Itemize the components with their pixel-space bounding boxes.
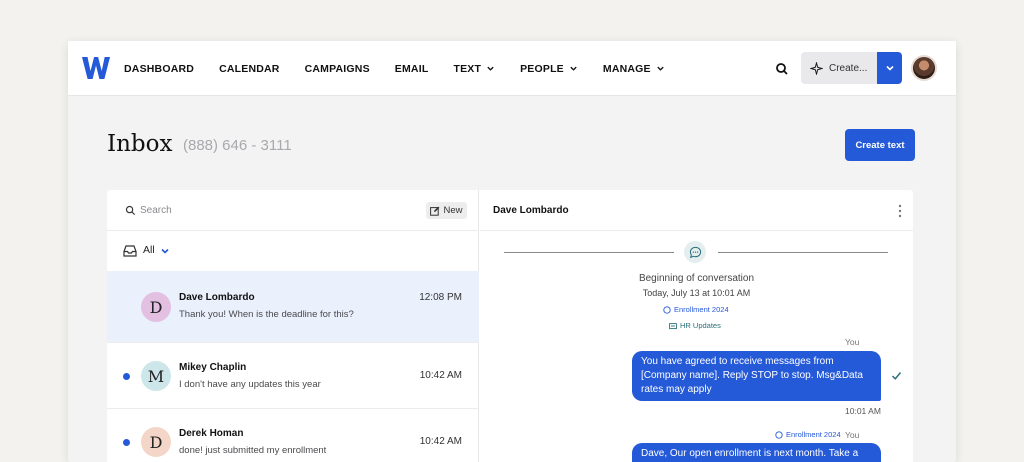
nav-dashboard-label: DASHBOARD (124, 62, 195, 75)
nav-email-label: EMAIL (394, 62, 429, 75)
create-split-button: Create... (801, 52, 902, 84)
nav-campaigns[interactable]: CAMPAIGNS (305, 63, 370, 75)
divider-right (718, 252, 888, 253)
conversation-item[interactable]: D Dave Lombardo Thank you! When is the d… (107, 271, 479, 343)
conversation-start-date: Today, July 13 at 10:01 AM (642, 288, 751, 298)
filter-all-label[interactable]: All (143, 244, 155, 256)
contact-avatar: D (141, 427, 171, 457)
nav-manage-label: MANAGE (602, 62, 651, 75)
conversation-time: 10:42 AM (419, 436, 462, 447)
conversation-name: Dave Lombardo (179, 292, 255, 303)
create-button[interactable]: Create... (801, 52, 877, 84)
message-sender: You (845, 430, 860, 440)
thread-contact-name: Dave Lombardo (493, 205, 569, 216)
main-nav: DASHBOARD CALENDAR CAMPAIGNS EMAIL TEXT … (124, 41, 690, 96)
page-title: Inbox (107, 131, 173, 157)
conversation-time: 12:08 PM (419, 292, 462, 303)
chevron-down-icon (885, 65, 894, 71)
tag-label: Enrollment 2024 (786, 430, 841, 439)
search-icon[interactable] (774, 61, 790, 77)
conversation-preview: Thank you! When is the deadline for this… (179, 309, 354, 320)
group-tag-icon (669, 322, 677, 329)
top-nav: DASHBOARD CALENDAR CAMPAIGNS EMAIL TEXT … (68, 41, 956, 96)
inbox-filter: All (107, 231, 479, 271)
chevron-down-icon (657, 66, 664, 71)
check-delivered-icon (891, 372, 902, 380)
nav-manage[interactable]: MANAGE (603, 63, 665, 75)
create-button-label: Create... (829, 62, 868, 74)
thread-header: Dave Lombardo (480, 190, 913, 231)
chat-tag-icon (663, 305, 671, 314)
message-bubble[interactable]: Dave, Our open enrollment is next month.… (632, 443, 881, 462)
inbox-tray-icon (123, 245, 137, 257)
nav-people-label: PEOPLE (520, 62, 564, 75)
unread-dot (123, 439, 130, 446)
unread-dot (123, 373, 130, 380)
chevron-down-icon (570, 66, 577, 71)
tag-enrollment-2024[interactable]: Enrollment 2024 (663, 305, 729, 314)
conversation-list-pane: New All D Dave Lombardo Thank you! When … (107, 190, 479, 462)
inbox-panel: New All D Dave Lombardo Thank you! When … (107, 190, 913, 462)
beginning-of-conversation: Beginning of conversation (638, 273, 755, 284)
nav-calendar[interactable]: CALENDAR (219, 63, 280, 75)
app-window: DASHBOARD CALENDAR CAMPAIGNS EMAIL TEXT … (68, 41, 956, 462)
conversation-preview: done! just submitted my enrollment (179, 445, 327, 456)
new-message-button[interactable]: New (426, 202, 467, 219)
create-text-button[interactable]: Create text (845, 129, 915, 161)
message-bubble[interactable]: You have agreed to receive messages from… (632, 351, 881, 401)
message-time: 10:01 AM (845, 406, 881, 416)
conversation-preview: I don't have any updates this year (179, 379, 321, 390)
nav-campaigns-label: CAMPAIGNS (304, 62, 370, 75)
message-sender: You (845, 337, 860, 347)
nav-calendar-label: CALENDAR (219, 62, 280, 75)
conversation-name: Mikey Chaplin (179, 362, 247, 373)
chevron-down-icon[interactable] (160, 246, 170, 256)
conversation-time: 10:42 AM (419, 370, 462, 381)
compose-icon (430, 206, 440, 216)
chat-bubble-icon (689, 246, 701, 258)
conversation-name: Derek Homan (179, 428, 244, 439)
nav-text-label: TEXT (453, 62, 482, 75)
conversation-item[interactable]: M Mikey Chaplin I don't have any updates… (107, 343, 479, 409)
chat-tag-icon (775, 430, 783, 439)
create-dropdown-button[interactable] (877, 52, 902, 84)
nav-text[interactable]: TEXT (453, 63, 495, 75)
conversation-item[interactable]: D Derek Homan done! just submitted my en… (107, 409, 479, 462)
conversation-thread-pane: Dave Lombardo Beginning of conversation … (480, 190, 913, 462)
tag-label: Enrollment 2024 (674, 305, 729, 314)
search-input[interactable] (140, 202, 340, 219)
nav-dashboard[interactable]: DASHBOARD (124, 63, 194, 75)
tag-hr-updates[interactable]: HR Updates (669, 321, 721, 330)
search-icon (125, 205, 136, 216)
tag-enrollment-2024[interactable]: Enrollment 2024 (775, 430, 841, 439)
user-avatar[interactable] (911, 55, 937, 81)
inbox-phone-number: (888) 646 - 3111 (183, 137, 292, 154)
more-options-icon[interactable] (898, 204, 902, 218)
sparkle-icon (810, 61, 823, 75)
contact-avatar: M (141, 361, 171, 391)
new-message-label: New (443, 205, 463, 216)
tag-label: HR Updates (680, 321, 721, 330)
brand-logo-icon[interactable] (82, 57, 110, 79)
divider-left (504, 252, 674, 253)
chevron-down-icon (487, 66, 494, 71)
conversation-start-marker (684, 241, 706, 263)
nav-people[interactable]: PEOPLE (520, 63, 578, 75)
contact-avatar: D (141, 292, 171, 322)
nav-email[interactable]: EMAIL (395, 63, 429, 75)
search-bar: New (107, 190, 479, 231)
